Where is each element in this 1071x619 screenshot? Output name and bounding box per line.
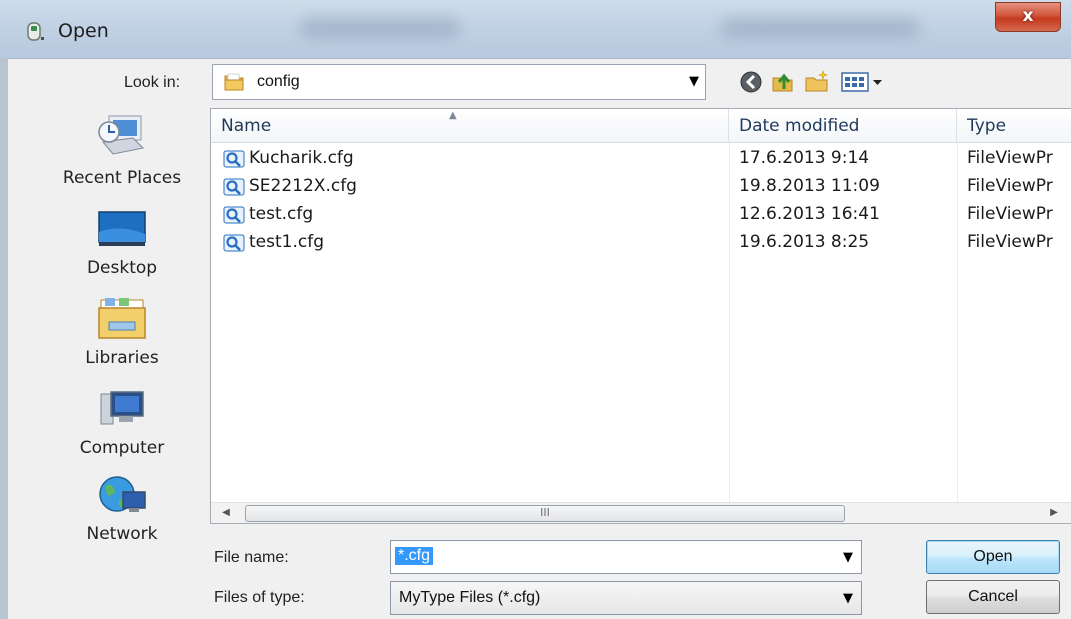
- file-name-input[interactable]: *.cfg: [395, 547, 434, 565]
- file-type: FileViewPr: [967, 204, 1053, 224]
- scroll-thumb[interactable]: III: [245, 505, 845, 522]
- files-of-type-combobox[interactable]: MyType Files (*.cfg) ▼: [390, 581, 862, 615]
- window-frame-edge: [0, 58, 8, 619]
- place-libraries[interactable]: Libraries: [38, 296, 206, 368]
- files-of-type-value: MyType Files (*.cfg): [399, 589, 541, 606]
- table-row[interactable]: SE2212X.cfg 19.8.2013 11:09 FileViewPr: [211, 173, 1071, 201]
- new-folder-icon[interactable]: [804, 69, 830, 95]
- close-icon: x: [1022, 6, 1034, 26]
- open-button[interactable]: Open: [926, 540, 1060, 574]
- file-viewer-icon: [223, 178, 245, 196]
- computer-icon: [100, 391, 144, 425]
- file-list[interactable]: Name ▲ Date modified Type Kucharik.cfg 1…: [210, 108, 1071, 524]
- place-label: Computer: [79, 438, 165, 458]
- file-name: test1.cfg: [249, 232, 324, 252]
- place-computer[interactable]: Computer: [38, 386, 206, 458]
- file-viewer-icon: [223, 234, 245, 252]
- window-title: Open: [58, 20, 109, 42]
- files-of-type-label: Files of type:: [214, 589, 305, 606]
- file-type: FileViewPr: [967, 176, 1053, 196]
- file-name: test.cfg: [249, 204, 314, 224]
- file-date: 12.6.2013 16:41: [739, 204, 880, 224]
- scroll-left-icon[interactable]: ◀: [215, 503, 237, 523]
- chevron-down-icon[interactable]: ▼: [689, 74, 699, 89]
- places-bar: Recent Places Desktop Libraries Computer…: [38, 108, 206, 578]
- sort-up-icon: ▲: [449, 110, 457, 121]
- file-type: FileViewPr: [967, 232, 1053, 252]
- place-network[interactable]: Network: [38, 472, 206, 544]
- close-button[interactable]: x: [995, 2, 1061, 32]
- file-viewer-icon: [223, 206, 245, 224]
- network-icon: [99, 476, 146, 512]
- recent-places-icon: [98, 115, 145, 155]
- back-icon[interactable]: [738, 69, 764, 95]
- place-recent-places[interactable]: Recent Places: [38, 112, 206, 188]
- file-viewer-icon: [223, 150, 245, 168]
- cancel-button[interactable]: Cancel: [926, 580, 1060, 614]
- place-label: Libraries: [85, 348, 159, 368]
- file-name: Kucharik.cfg: [249, 148, 354, 168]
- file-date: 17.6.2013 9:14: [739, 148, 870, 168]
- chevron-down-icon[interactable]: ▼: [843, 550, 853, 565]
- app-icon: [27, 22, 44, 41]
- column-header-name[interactable]: Name ▲: [211, 109, 729, 143]
- file-date: 19.8.2013 11:09: [739, 176, 880, 196]
- place-label: Network: [86, 524, 158, 544]
- desktop-icon: [98, 211, 146, 246]
- table-row[interactable]: Kucharik.cfg 17.6.2013 9:14 FileViewPr: [211, 145, 1071, 173]
- blurred-title-area: [300, 18, 460, 38]
- column-header-type[interactable]: Type: [957, 109, 1071, 143]
- folder-icon: [224, 73, 244, 91]
- file-type: FileViewPr: [967, 148, 1053, 168]
- look-in-label: Look in:: [124, 74, 181, 91]
- look-in-value: config: [257, 73, 300, 90]
- open-dialog: Open x Look in: config ▼ Recent Places D…: [0, 0, 1071, 619]
- table-row[interactable]: test1.cfg 19.6.2013 8:25 FileViewPr: [211, 229, 1071, 257]
- place-label: Recent Places: [62, 168, 182, 188]
- blurred-title-area: [720, 18, 920, 38]
- file-name: SE2212X.cfg: [249, 176, 357, 196]
- file-name-label: File name:: [214, 549, 289, 566]
- table-row[interactable]: test.cfg 12.6.2013 16:41 FileViewPr: [211, 201, 1071, 229]
- chevron-down-icon[interactable]: ▼: [843, 591, 853, 606]
- scroll-right-icon[interactable]: ▶: [1043, 503, 1065, 523]
- libraries-icon: [98, 298, 146, 339]
- look-in-combobox[interactable]: config ▼: [212, 64, 706, 100]
- column-header-date-modified[interactable]: Date modified: [729, 109, 957, 143]
- file-date: 19.6.2013 8:25: [739, 232, 870, 252]
- place-desktop[interactable]: Desktop: [38, 206, 206, 278]
- view-menu-icon[interactable]: [840, 69, 888, 95]
- title-bar[interactable]: Open x: [0, 0, 1071, 59]
- up-folder-icon[interactable]: [770, 69, 796, 95]
- grip-icon: III: [540, 506, 550, 519]
- horizontal-scrollbar[interactable]: ◀ III ▶: [211, 502, 1071, 523]
- file-name-combobox[interactable]: *.cfg ▼: [390, 540, 862, 574]
- place-label: Desktop: [86, 258, 158, 278]
